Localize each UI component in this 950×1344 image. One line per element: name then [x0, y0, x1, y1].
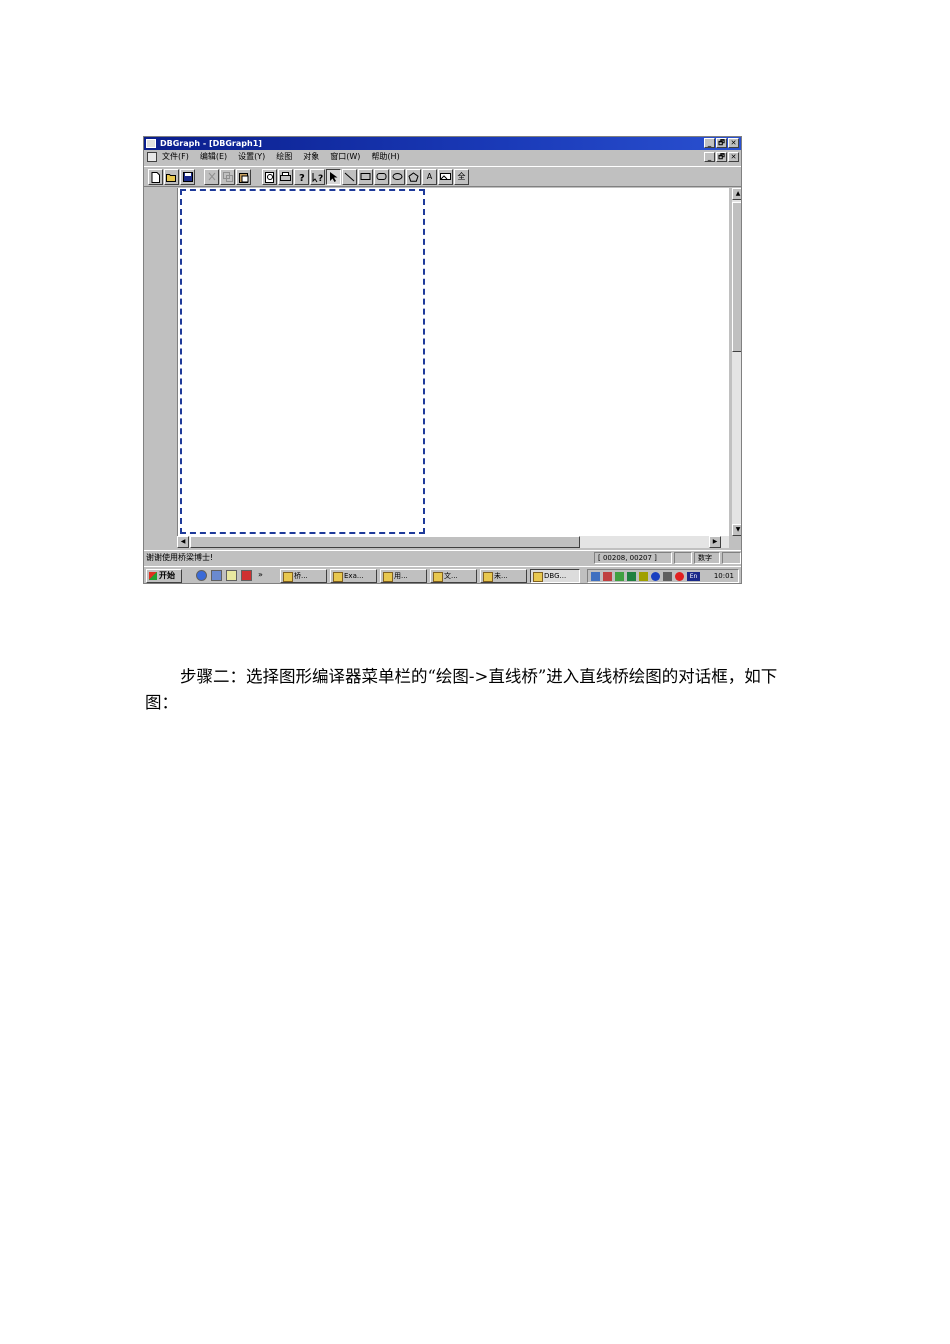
tool-tray-icon[interactable]	[615, 572, 624, 581]
restore-button[interactable]: 🗗	[716, 138, 727, 148]
new-file-icon[interactable]	[148, 169, 163, 185]
copy-icon[interactable]	[220, 169, 235, 185]
print-preview-icon[interactable]	[262, 169, 277, 185]
menu-file[interactable]: 文件(F)	[162, 150, 189, 164]
menu-settings[interactable]: 设置(Y)	[238, 150, 265, 164]
select-arrow-icon[interactable]	[326, 169, 341, 185]
drawing-canvas[interactable]	[177, 188, 729, 536]
app-quicklaunch-icon[interactable]	[241, 570, 252, 581]
client-area: ▲ ▼ ◀ ▶	[144, 188, 741, 550]
antenna-tray-icon[interactable]	[627, 572, 636, 581]
notepad-quicklaunch-icon[interactable]	[226, 570, 237, 581]
start-button[interactable]: 开始	[146, 569, 182, 583]
rounded-rect-tool-icon[interactable]	[374, 169, 389, 185]
menu-draw[interactable]: 绘图	[276, 150, 292, 164]
scroll-left-icon[interactable]: ◀	[177, 536, 189, 548]
quicklaunch-chevron[interactable]: »	[258, 570, 263, 579]
scroll-down-icon[interactable]: ▼	[732, 524, 741, 536]
context-help-icon[interactable]: ?	[310, 169, 325, 185]
doc-restore-button[interactable]: 🗗	[716, 152, 727, 162]
open-folder-icon[interactable]	[164, 169, 179, 185]
close-button[interactable]: ✕	[728, 138, 739, 148]
doc-minimize-button[interactable]: _	[704, 152, 715, 162]
ellipse-tool-icon[interactable]	[390, 169, 405, 185]
step-two-text: 步骤二：选择图形编译器菜单栏的“绘图->直线桥”进入直线桥绘图的对话框，如下图：	[145, 667, 778, 712]
sound-tray-icon[interactable]	[639, 572, 648, 581]
ie-quicklaunch-icon[interactable]	[196, 570, 207, 581]
status-message: 谢谢使用桥梁博士!	[146, 553, 214, 562]
taskbar-button-wei[interactable]: 未...	[480, 569, 527, 583]
status-numlock: 数字	[694, 552, 720, 564]
taskbar: 开始 » 桥... Exa... 用... 文... 未... DBG... E…	[144, 566, 741, 583]
system-tray: En 10:01	[587, 569, 739, 583]
status-pane-extra	[722, 552, 741, 564]
svg-text:?: ?	[299, 173, 305, 183]
menu-window[interactable]: 窗口(W)	[330, 150, 360, 164]
rectangle-tool-icon[interactable]	[358, 169, 373, 185]
scroll-right-icon[interactable]: ▶	[709, 536, 721, 548]
language-indicator[interactable]: En	[687, 572, 700, 581]
menu-bar: 文件(F) 编辑(E) 设置(Y) 绘图 对象 窗口(W) 帮助(H) _ 🗗 …	[144, 150, 741, 164]
vertical-scrollbar[interactable]: ▲ ▼	[731, 188, 741, 536]
about-help-icon[interactable]: ?	[294, 169, 309, 185]
status-pane-empty	[674, 552, 692, 564]
svg-text:?: ?	[318, 174, 323, 183]
horizontal-scrollbar[interactable]: ◀ ▶	[177, 536, 729, 548]
ime-tray-icon[interactable]	[651, 572, 660, 581]
doc-close-button[interactable]: ✕	[728, 152, 739, 162]
minimize-button[interactable]: _	[704, 138, 715, 148]
window-title: DBGraph - [DBGraph1]	[160, 139, 262, 148]
text-tool-button[interactable]: A	[422, 169, 437, 185]
taskbar-button-exa[interactable]: Exa...	[330, 569, 377, 583]
print-icon[interactable]	[278, 169, 293, 185]
dbgraph-screenshot: DBGraph - [DBGraph1] _ 🗗 ✕ 文件(F) 编辑(E) 设…	[143, 136, 742, 584]
image-tool-icon[interactable]	[438, 169, 453, 185]
menu-help[interactable]: 帮助(H)	[371, 150, 399, 164]
status-coordinates: [ 00208, 00207 ]	[594, 552, 672, 564]
tray-clock: 10:01	[713, 572, 734, 580]
taskbar-button-qiao[interactable]: 桥...	[280, 569, 327, 583]
horizontal-scroll-thumb[interactable]	[190, 536, 580, 548]
desktop-quicklaunch-icon[interactable]	[211, 570, 222, 581]
security-tray-icon[interactable]	[603, 572, 612, 581]
line-tool-icon[interactable]	[342, 169, 357, 185]
cut-icon[interactable]	[204, 169, 219, 185]
step-two-paragraph: 步骤二：选择图形编译器菜单栏的“绘图->直线桥”进入直线桥绘图的对话框，如下图：	[145, 664, 805, 716]
stop-tray-icon[interactable]	[675, 572, 684, 581]
scroll-corner	[729, 536, 741, 550]
taskbar-button-yong[interactable]: 用...	[380, 569, 427, 583]
app-icon[interactable]	[146, 139, 156, 148]
vertical-scroll-thumb[interactable]	[732, 202, 741, 352]
title-bar[interactable]: DBGraph - [DBGraph1] _ 🗗 ✕	[144, 137, 741, 150]
menu-object[interactable]: 对象	[303, 150, 319, 164]
save-disk-icon[interactable]	[180, 169, 195, 185]
toolbar: ? ? A 全	[144, 166, 741, 187]
menu-edit[interactable]: 编辑(E)	[200, 150, 227, 164]
document-icon[interactable]	[147, 152, 157, 162]
polygon-tool-icon[interactable]	[406, 169, 421, 185]
monitor-tray-icon[interactable]	[663, 572, 672, 581]
scroll-up-icon[interactable]: ▲	[732, 188, 741, 200]
network-tray-icon[interactable]	[591, 572, 600, 581]
status-bar: 谢谢使用桥梁博士! [ 00208, 00207 ] 数字	[144, 550, 741, 564]
paste-icon[interactable]	[236, 169, 251, 185]
select-all-button[interactable]: 全	[454, 169, 469, 185]
page-boundary	[180, 189, 425, 534]
taskbar-button-dbg[interactable]: DBG...	[530, 569, 580, 583]
taskbar-button-wen[interactable]: 文...	[430, 569, 477, 583]
